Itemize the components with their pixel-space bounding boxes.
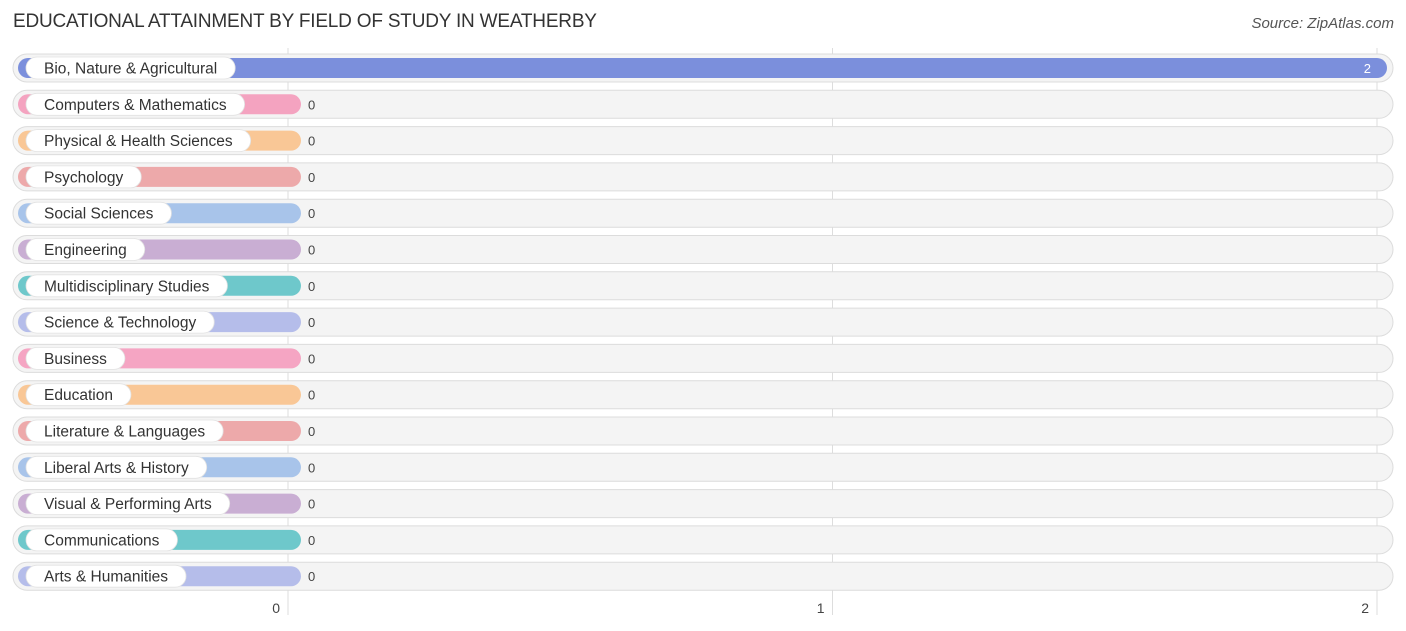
category-label: Arts & Humanities: [44, 569, 168, 586]
category-label: Communications: [44, 532, 160, 549]
category-label: Physical & Health Sciences: [44, 133, 233, 150]
value-label: 0: [308, 388, 315, 403]
value-label: 0: [308, 170, 315, 185]
x-tick-label: 0: [272, 600, 280, 616]
x-tick-label: 1: [817, 600, 825, 616]
value-label: 2: [1364, 61, 1371, 76]
value-label: 0: [308, 569, 315, 584]
value-label: 0: [308, 497, 315, 512]
category-label: Bio, Nature & Agricultural: [44, 61, 217, 78]
value-label: 0: [308, 97, 315, 112]
category-label: Psychology: [44, 169, 124, 186]
category-label: Computers & Mathematics: [44, 97, 227, 114]
value-label: 0: [308, 134, 315, 149]
value-label: 0: [308, 351, 315, 366]
value-label: 0: [308, 533, 315, 548]
category-label: Social Sciences: [44, 206, 154, 223]
value-label: 0: [308, 243, 315, 258]
value-label: 0: [308, 460, 315, 475]
category-label: Liberal Arts & History: [44, 460, 189, 477]
bar-chart: Bio, Nature & Agricultural 2 Computers & M…: [12, 48, 1394, 616]
value-label: 0: [308, 206, 315, 221]
category-label: Education: [44, 387, 113, 404]
category-label: Engineering: [44, 242, 127, 259]
category-label: Visual & Performing Arts: [44, 496, 212, 513]
category-label: Multidisciplinary Studies: [44, 278, 210, 295]
value-label: 0: [308, 279, 315, 294]
value-label: 0: [308, 315, 315, 330]
category-label: Science & Technology: [44, 315, 196, 332]
category-label: Literature & Languages: [44, 424, 205, 441]
x-tick-label: 2: [1361, 600, 1369, 616]
value-label: 0: [308, 424, 315, 439]
category-label: Business: [44, 351, 107, 368]
